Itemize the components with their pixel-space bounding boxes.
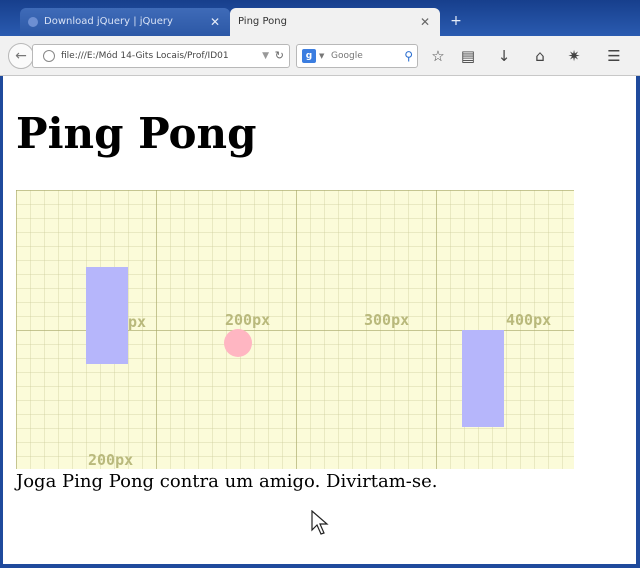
tab-ping-pong[interactable]: Ping Pong ✕: [230, 8, 440, 36]
menu-icon[interactable]: ☰: [604, 46, 624, 66]
close-tab-icon[interactable]: ✕: [210, 8, 220, 36]
ball: [224, 329, 252, 357]
search-icon[interactable]: ⚲: [404, 45, 413, 67]
page-title: Ping Pong: [16, 109, 257, 158]
game-board[interactable]: px 200px 300px 400px 200px: [16, 190, 574, 469]
tab-download-jquery[interactable]: Download jQuery | jQuery ✕: [20, 8, 230, 36]
star-icon[interactable]: ☆: [428, 46, 448, 66]
new-tab-button[interactable]: +: [445, 10, 467, 32]
search-input[interactable]: [331, 47, 391, 65]
tab-label: Ping Pong: [238, 16, 287, 27]
page-content: Ping Pong px 200px 300px 400px 200px Jog…: [3, 76, 636, 564]
download-icon[interactable]: ↓: [494, 46, 514, 66]
bookmarks-icon[interactable]: ▤: [458, 46, 478, 66]
reload-icon[interactable]: ↻: [275, 45, 284, 67]
tab-label: Download jQuery | jQuery: [44, 16, 173, 27]
home-icon[interactable]: ⌂: [530, 46, 550, 66]
game-description: Joga Ping Pong contra um amigo. Divirtam…: [16, 471, 438, 492]
url-text[interactable]: file:///E:/Mód 14-Gits Locais/Prof/ID01: [61, 45, 251, 67]
extension-icon[interactable]: ✷: [564, 46, 584, 66]
url-bar[interactable]: file:///E:/Mód 14-Gits Locais/Prof/ID01 …: [32, 44, 290, 68]
close-tab-icon[interactable]: ✕: [420, 8, 430, 36]
mouse-cursor-icon: [311, 510, 329, 535]
url-dropdown-icon[interactable]: ▼: [262, 45, 269, 67]
browser-window: Download jQuery | jQuery ✕ Ping Pong ✕ +…: [0, 0, 640, 568]
left-paddle: [86, 267, 128, 364]
jquery-favicon-icon: [28, 17, 38, 27]
navigation-toolbar: ← file:///E:/Mód 14-Gits Locais/Prof/ID0…: [0, 36, 640, 76]
tab-strip: Download jQuery | jQuery ✕ Ping Pong ✕ +: [0, 0, 640, 36]
search-bar[interactable]: g ▼ ⚲: [296, 44, 418, 68]
search-engine-caret-icon[interactable]: ▼: [319, 45, 324, 67]
grid-label: 300px: [364, 311, 410, 329]
globe-icon: [43, 50, 55, 62]
grid-label: 200px: [88, 451, 134, 469]
grid-label: px: [128, 313, 147, 331]
back-arrow-icon[interactable]: ←: [8, 43, 34, 69]
search-engine-icon[interactable]: g: [302, 49, 316, 63]
grid-label: 200px: [225, 311, 271, 329]
right-paddle: [462, 330, 504, 427]
grid-label: 400px: [506, 311, 552, 329]
